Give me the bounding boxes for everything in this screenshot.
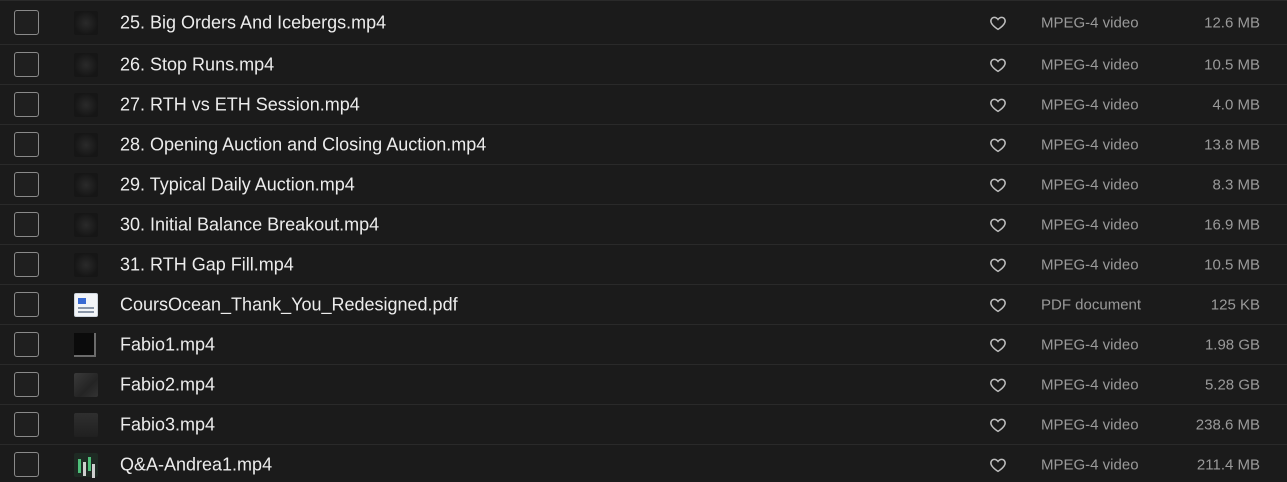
file-name[interactable]: Fabio1.mp4 [120,334,215,355]
file-type: MPEG-4 video [1041,96,1139,113]
select-checkbox[interactable] [14,131,39,157]
file-thumbnail [74,132,98,157]
file-type: MPEG-4 video [1041,256,1139,273]
select-checkbox[interactable] [14,51,39,77]
file-row[interactable]: CoursOcean_Thank_You_Redesigned.pdf PDF … [0,285,1287,325]
file-name[interactable]: Fabio3.mp4 [120,414,215,435]
file-type: MPEG-4 video [1041,416,1139,433]
file-thumbnail [74,252,98,277]
file-size: 4.0 MB [1212,96,1260,113]
select-checkbox[interactable] [14,411,39,437]
file-type: PDF document [1041,296,1142,313]
file-thumbnail [74,10,98,35]
select-checkbox[interactable] [14,91,39,117]
file-name[interactable]: Q&A-Andrea1.mp4 [120,454,272,475]
file-name[interactable]: 27. RTH vs ETH Session.mp4 [120,94,360,115]
file-thumbnail [74,172,98,197]
file-thumbnail [74,52,98,77]
file-name[interactable]: CoursOcean_Thank_You_Redesigned.pdf [120,294,458,315]
select-checkbox[interactable] [14,9,39,35]
heart-icon[interactable] [989,456,1007,474]
file-size: 1.98 GB [1204,336,1260,353]
heart-icon[interactable] [989,216,1007,234]
file-thumbnail [74,332,96,357]
select-checkbox[interactable] [14,211,39,237]
file-thumbnail [74,92,98,117]
select-checkbox[interactable] [14,331,39,357]
file-type: MPEG-4 video [1041,56,1139,73]
file-name[interactable]: 30. Initial Balance Breakout.mp4 [120,214,379,235]
file-row[interactable]: Q&A-Andrea1.mp4 MPEG-4 video 211.4 MB [0,445,1287,482]
file-name[interactable]: 28. Opening Auction and Closing Auction.… [120,134,486,155]
select-checkbox[interactable] [14,171,39,197]
heart-icon[interactable] [989,296,1007,314]
heart-icon[interactable] [989,176,1007,194]
file-size: 10.5 MB [1204,256,1260,273]
file-size: 16.9 MB [1204,216,1260,233]
file-type: MPEG-4 video [1041,376,1139,393]
file-thumbnail [74,412,98,437]
file-size: 8.3 MB [1212,176,1260,193]
file-name[interactable]: 31. RTH Gap Fill.mp4 [120,254,294,275]
select-checkbox[interactable] [14,371,39,397]
file-thumbnail [74,292,98,317]
file-size: 238.6 MB [1195,416,1260,433]
file-row[interactable]: 28. Opening Auction and Closing Auction.… [0,125,1287,165]
file-row[interactable]: 27. RTH vs ETH Session.mp4 MPEG-4 video … [0,85,1287,125]
file-type: MPEG-4 video [1041,176,1139,193]
heart-icon[interactable] [989,96,1007,114]
file-thumbnail [74,372,98,397]
file-size: 13.8 MB [1204,136,1260,153]
file-type: MPEG-4 video [1041,14,1139,31]
heart-icon[interactable] [989,376,1007,394]
file-name[interactable]: 26. Stop Runs.mp4 [120,54,274,75]
file-thumbnail [74,212,98,237]
file-name[interactable]: 25. Big Orders And Icebergs.mp4 [120,12,386,33]
file-row[interactable]: 30. Initial Balance Breakout.mp4 MPEG-4 … [0,205,1287,245]
file-name[interactable]: Fabio2.mp4 [120,374,215,395]
file-name[interactable]: 29. Typical Daily Auction.mp4 [120,174,355,195]
file-size: 211.4 MB [1196,456,1260,473]
file-row[interactable]: 31. RTH Gap Fill.mp4 MPEG-4 video 10.5 M… [0,245,1287,285]
heart-icon[interactable] [989,136,1007,154]
file-row[interactable]: Fabio2.mp4 MPEG-4 video 5.28 GB [0,365,1287,405]
select-checkbox[interactable] [14,451,39,477]
file-row[interactable]: 26. Stop Runs.mp4 MPEG-4 video 10.5 MB [0,45,1287,85]
select-checkbox[interactable] [14,291,39,317]
file-type: MPEG-4 video [1041,456,1139,473]
file-row[interactable]: Fabio1.mp4 MPEG-4 video 1.98 GB [0,325,1287,365]
heart-icon[interactable] [989,416,1007,434]
file-row[interactable]: Fabio3.mp4 MPEG-4 video 238.6 MB [0,405,1287,445]
file-row[interactable]: 29. Typical Daily Auction.mp4 MPEG-4 vid… [0,165,1287,205]
heart-icon[interactable] [989,56,1007,74]
heart-icon[interactable] [989,14,1007,32]
file-type: MPEG-4 video [1041,216,1139,233]
file-list: 25. Big Orders And Icebergs.mp4 MPEG-4 v… [0,0,1287,482]
file-type: MPEG-4 video [1041,336,1139,353]
file-thumbnail [74,452,98,477]
select-checkbox[interactable] [14,251,39,277]
file-size: 125 KB [1210,296,1260,313]
heart-icon[interactable] [989,256,1007,274]
file-type: MPEG-4 video [1041,136,1139,153]
file-size: 12.6 MB [1204,14,1260,31]
heart-icon[interactable] [989,336,1007,354]
file-size: 10.5 MB [1204,56,1260,73]
file-row[interactable]: 25. Big Orders And Icebergs.mp4 MPEG-4 v… [0,1,1287,45]
file-size: 5.28 GB [1204,376,1260,393]
